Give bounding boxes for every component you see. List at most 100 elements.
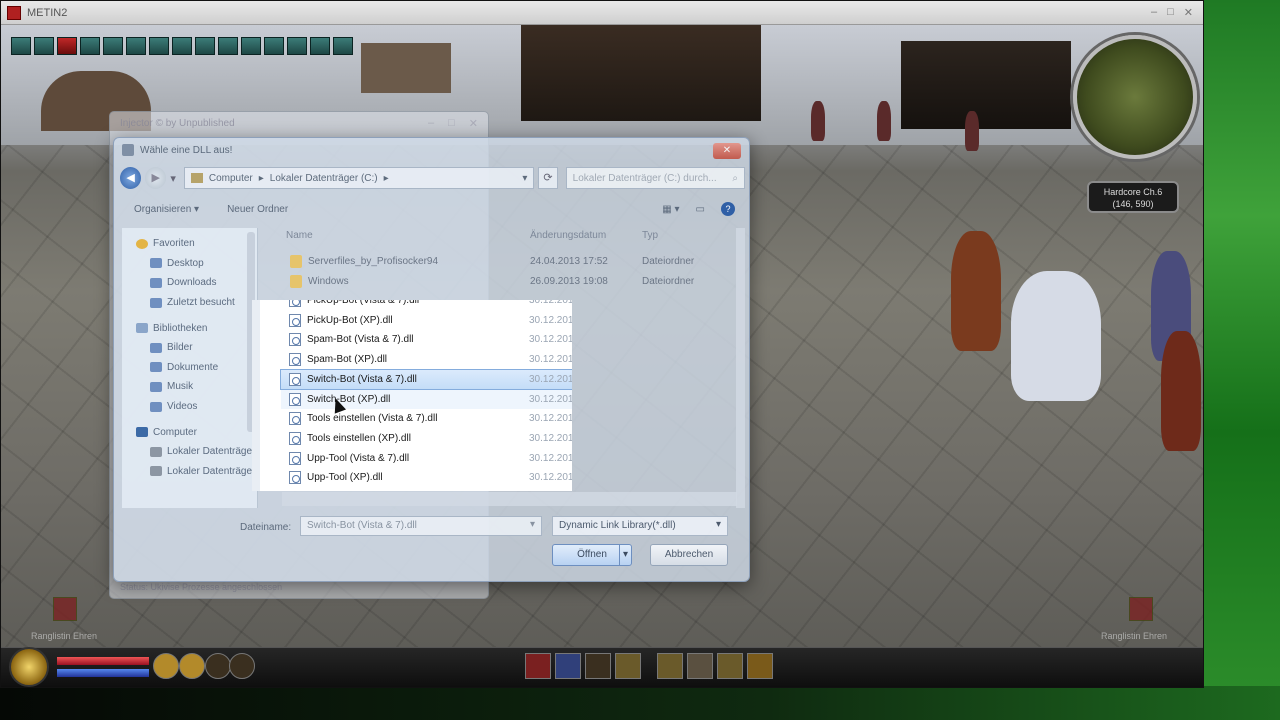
- skill-slot[interactable]: [57, 37, 77, 55]
- view-options-icon[interactable]: ▦ ▾: [662, 204, 679, 215]
- hp-bar: [57, 657, 149, 665]
- nav-item[interactable]: Desktop: [122, 254, 257, 274]
- quick-slot[interactable]: [229, 653, 255, 679]
- refresh-icon[interactable]: ⟳: [538, 167, 558, 189]
- chevron-right-icon[interactable]: ▸: [384, 173, 389, 184]
- file-row[interactable]: PickUp-Bot (Vista & 7).dll 30.12.2013 15:…: [281, 300, 572, 311]
- open-split-dropdown-icon[interactable]: ▾: [619, 545, 631, 565]
- search-input[interactable]: Lokaler Datenträger (C:) durch... ⌕: [565, 167, 746, 189]
- skill-slot[interactable]: [80, 37, 100, 55]
- help-icon[interactable]: ?: [721, 202, 735, 216]
- folder-row[interactable]: Windows 26.09.2013 19:08 Dateiordner: [282, 272, 742, 292]
- file-row[interactable]: Spam-Bot (XP).dll30.12.2013 15:42Anwendu…: [281, 350, 572, 370]
- filetype-select[interactable]: Dynamic Link Library(*.dll) ▾: [552, 516, 728, 536]
- quick-slot[interactable]: [585, 653, 611, 679]
- skill-slot[interactable]: [287, 37, 307, 55]
- new-folder-button[interactable]: Neuer Ordner: [227, 204, 288, 215]
- back-arrow-icon[interactable]: ◀: [120, 167, 142, 189]
- skill-slot[interactable]: [218, 37, 238, 55]
- skill-slot[interactable]: [241, 37, 261, 55]
- skill-slot[interactable]: [310, 37, 330, 55]
- nav-item[interactable]: Bilder: [122, 338, 257, 358]
- close-icon[interactable]: ✕: [1184, 6, 1193, 19]
- skill-slot[interactable]: [264, 37, 284, 55]
- quick-slot[interactable]: [179, 653, 205, 679]
- exp-orb-icon[interactable]: [9, 647, 49, 687]
- quick-slot[interactable]: [205, 653, 231, 679]
- maximize-icon[interactable]: □: [448, 117, 455, 130]
- chevron-down-icon[interactable]: ▾: [530, 519, 535, 530]
- close-icon[interactable]: ✕: [469, 117, 478, 130]
- open-button[interactable]: Öffnen ▾: [552, 544, 632, 566]
- nav-item[interactable]: Videos: [122, 397, 257, 417]
- minimize-icon[interactable]: –: [428, 117, 434, 130]
- skill-slot[interactable]: [34, 37, 54, 55]
- quick-slot[interactable]: [687, 653, 713, 679]
- preview-pane-icon[interactable]: ▭: [696, 204, 705, 215]
- file-row[interactable]: Spam-Bot (Vista & 7).dll 30.12.2013 15:42…: [281, 330, 572, 350]
- minimap[interactable]: [1073, 35, 1197, 159]
- folder-row[interactable]: Serverfiles_by_Profisocker94 24.04.2013 1…: [282, 252, 742, 272]
- skill-slot[interactable]: [333, 37, 353, 55]
- ranking-left-icon[interactable]: [53, 597, 77, 621]
- file-row[interactable]: Switch-Bot (XP).dll30.12.2013 15:44Anwen…: [281, 389, 572, 410]
- game-character[interactable]: [877, 101, 891, 141]
- nav-item[interactable]: Favoriten: [122, 234, 257, 254]
- game-character[interactable]: [811, 101, 825, 141]
- file-row[interactable]: Tools einstellen (XP).dll 30.12.2013 15:4…: [281, 429, 572, 449]
- nav-item[interactable]: Bibliotheken: [122, 318, 257, 338]
- chevron-right-icon[interactable]: ▸: [259, 173, 264, 184]
- maximize-icon[interactable]: □: [1167, 6, 1174, 19]
- minimize-icon[interactable]: –: [1151, 6, 1157, 19]
- chevron-down-icon[interactable]: ▾: [716, 519, 721, 530]
- nav-item[interactable]: Downloads: [122, 273, 257, 293]
- column-type-header[interactable]: Typ: [642, 230, 658, 241]
- skill-slot[interactable]: [195, 37, 215, 55]
- game-character[interactable]: [1161, 331, 1201, 451]
- nav-item[interactable]: Computer: [122, 422, 257, 442]
- nav-item[interactable]: Lokaler Datenträger: [122, 462, 257, 482]
- game-character[interactable]: [951, 231, 1001, 351]
- recent-locations-dropdown-icon[interactable]: ▾: [170, 172, 176, 185]
- organize-button[interactable]: Organisieren ▾: [134, 204, 199, 215]
- file-list-horizontal-scrollbar[interactable]: [282, 492, 737, 506]
- quick-slot[interactable]: [615, 653, 641, 679]
- channel-info: Hardcore Ch.6 (146, 590): [1087, 181, 1179, 213]
- skill-slot[interactable]: [103, 37, 123, 55]
- quick-slot[interactable]: [717, 653, 743, 679]
- breadcrumb-item[interactable]: Lokaler Datenträger (C:): [270, 173, 378, 184]
- file-row[interactable]: Upp-Tool (XP).dll30.12.2013 15:36Anwendu…: [281, 468, 572, 488]
- highlighted-file-list-region: PickUp-Bot (Vista & 7).dll 30.12.2013 15:…: [252, 300, 572, 491]
- forward-arrow-icon[interactable]: ▶: [145, 167, 167, 189]
- game-character[interactable]: [965, 111, 979, 151]
- skill-slot[interactable]: [11, 37, 31, 55]
- file-row[interactable]: Upp-Tool (Vista & 7).dll 30.12.2013 15:36…: [281, 449, 572, 469]
- file-row[interactable]: Switch-Bot (Vista & 7).dll 30.12.2013 15:…: [280, 368, 572, 391]
- ranking-right-icon[interactable]: [1129, 597, 1153, 621]
- chevron-down-icon[interactable]: ▾: [522, 173, 527, 184]
- file-row[interactable]: PickUp-Bot (XP).dll30.12.2013 15:40Anwen…: [281, 311, 572, 331]
- filename-input[interactable]: Switch-Bot (Vista & 7).dll ▾: [300, 516, 542, 536]
- quick-slot[interactable]: [747, 653, 773, 679]
- nav-item[interactable]: Musik: [122, 377, 257, 397]
- column-name-header[interactable]: Name: [286, 230, 313, 241]
- dialog-close-button[interactable]: ✕: [713, 143, 741, 159]
- quick-slot[interactable]: [657, 653, 683, 679]
- nav-item[interactable]: Dokumente: [122, 358, 257, 378]
- breadcrumb-item[interactable]: Computer: [209, 173, 253, 184]
- file-list-vertical-scrollbar[interactable]: [736, 228, 745, 508]
- cancel-button[interactable]: Abbrechen: [650, 544, 728, 566]
- skill-slot[interactable]: [149, 37, 169, 55]
- nav-item[interactable]: Lokaler Datenträger: [122, 442, 257, 462]
- nav-item-label: Bibliotheken: [153, 322, 208, 334]
- nav-item[interactable]: Zuletzt besucht: [122, 293, 257, 313]
- breadcrumb[interactable]: Computer ▸ Lokaler Datenträger (C:) ▸ ▾: [183, 167, 535, 189]
- column-date-header[interactable]: Änderungsdatum: [530, 230, 606, 241]
- game-character[interactable]: [1011, 271, 1101, 401]
- quick-slot[interactable]: [525, 653, 551, 679]
- quick-slot[interactable]: [555, 653, 581, 679]
- quick-slot[interactable]: [153, 653, 179, 679]
- skill-slot[interactable]: [126, 37, 146, 55]
- file-row[interactable]: Tools einstellen (Vista & 7).dll 30.12.20…: [281, 409, 572, 429]
- skill-slot[interactable]: [172, 37, 192, 55]
